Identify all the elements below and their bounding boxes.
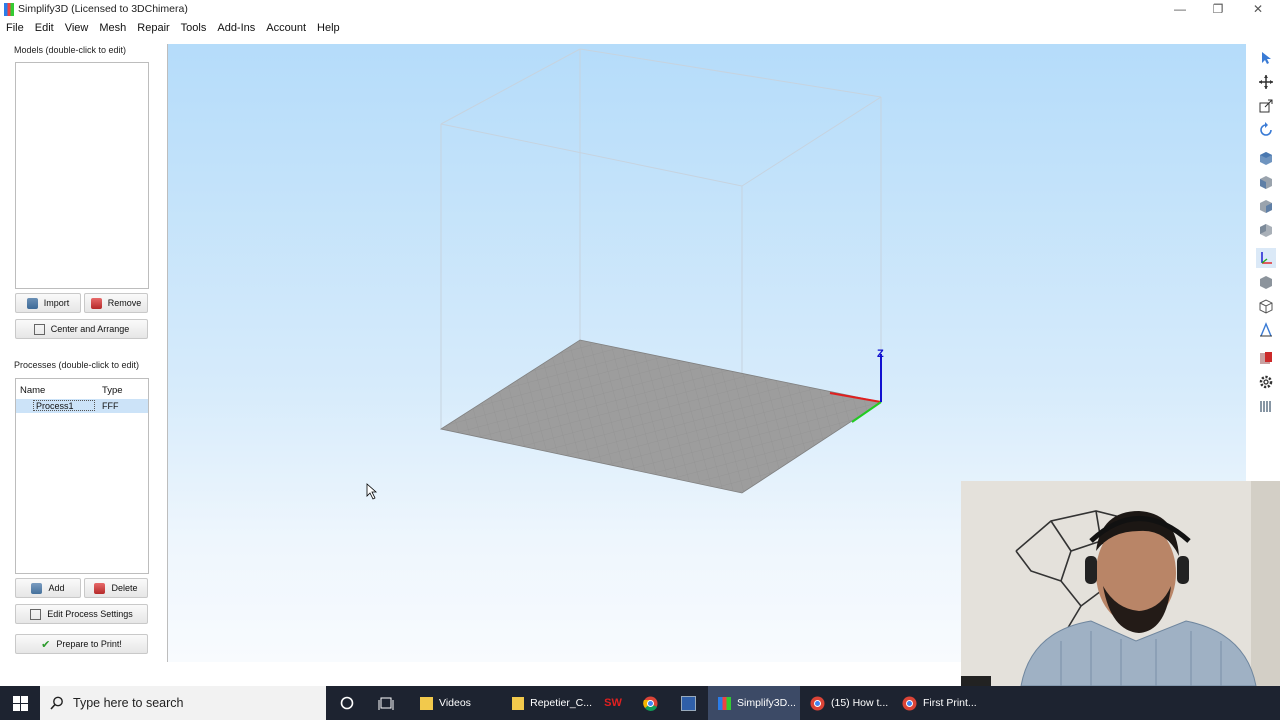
taskbar-item-videos[interactable]: Videos bbox=[418, 686, 480, 720]
solidworks-icon: SW bbox=[604, 697, 622, 709]
taskbar-search-box[interactable]: Type here to search bbox=[40, 686, 326, 720]
z-axis-label: Z bbox=[877, 348, 884, 360]
windows-icon bbox=[12, 695, 28, 711]
rotate-icon[interactable] bbox=[1256, 120, 1276, 140]
add-process-button[interactable]: Add bbox=[15, 578, 81, 598]
taskbar-item-label: Simplify3D... bbox=[737, 697, 796, 709]
delete-icon bbox=[94, 582, 106, 594]
menu-account[interactable]: Account bbox=[260, 19, 311, 34]
restore-button[interactable]: ❐ bbox=[1200, 0, 1236, 19]
menu-tools[interactable]: Tools bbox=[175, 19, 212, 34]
taskbar-item-first-print[interactable]: First Print... bbox=[900, 686, 982, 720]
center-arrange-label: Center and Arrange bbox=[50, 324, 130, 334]
add-label: Add bbox=[48, 583, 65, 593]
add-icon bbox=[31, 582, 43, 594]
import-icon bbox=[26, 297, 38, 309]
taskbar-item-label: Videos bbox=[439, 697, 471, 709]
cortana-icon bbox=[340, 696, 354, 710]
prepare-label: Prepare to Print! bbox=[56, 639, 122, 649]
view-toolbar bbox=[1252, 44, 1280, 424]
task-view-icon bbox=[378, 697, 394, 710]
layers-icon[interactable] bbox=[1256, 396, 1276, 416]
taskbar-item-simplify3d[interactable]: Simplify3D... bbox=[708, 686, 800, 720]
window-title: Simplify3D (Licensed to 3DChimera) bbox=[18, 3, 188, 15]
simplify3d-logo-icon bbox=[4, 3, 14, 16]
menu-help[interactable]: Help bbox=[311, 19, 345, 34]
taskbar-item-repetier[interactable]: Repetier_C... bbox=[510, 686, 592, 720]
menu-add-ins[interactable]: Add-Ins bbox=[211, 19, 260, 34]
process-type-cell: FFF bbox=[102, 401, 119, 411]
title-bar: Simplify3D (Licensed to 3DChimera) — ❐ ✕ bbox=[0, 0, 1280, 19]
view-front-icon[interactable] bbox=[1256, 172, 1276, 192]
close-button[interactable]: ✕ bbox=[1240, 0, 1276, 19]
simplify3d-icon bbox=[718, 696, 731, 710]
chrome-icon bbox=[902, 696, 917, 710]
taskbar-solidworks[interactable]: SW bbox=[604, 686, 622, 720]
taskbar-item-label: Repetier_C... bbox=[530, 697, 592, 709]
models-group-label: Models (double-click to edit) bbox=[14, 45, 127, 55]
center-and-arrange-button[interactable]: Center and Arrange bbox=[15, 319, 148, 339]
models-list[interactable] bbox=[15, 62, 149, 289]
cross-section-icon[interactable] bbox=[1256, 320, 1276, 340]
column-header-name[interactable]: Name bbox=[20, 385, 45, 396]
solid-view-icon[interactable] bbox=[1256, 272, 1276, 292]
menu-view[interactable]: View bbox=[59, 19, 94, 34]
task-view-button[interactable] bbox=[375, 686, 397, 720]
calculator-icon bbox=[680, 695, 696, 711]
view-top-icon[interactable] bbox=[1256, 148, 1276, 168]
menu-mesh[interactable]: Mesh bbox=[93, 19, 131, 34]
settings-icon bbox=[30, 608, 42, 620]
import-label: Import bbox=[43, 298, 70, 308]
delete-process-button[interactable]: Delete bbox=[84, 578, 148, 598]
taskbar-calculator[interactable] bbox=[678, 686, 698, 720]
taskbar-item-label: (15) How t... bbox=[831, 697, 889, 709]
remove-label: Remove bbox=[107, 298, 142, 308]
processes-group-label: Processes (double-click to edit) bbox=[14, 360, 140, 370]
start-button[interactable] bbox=[0, 686, 40, 720]
center-arrange-icon bbox=[33, 323, 45, 335]
repair-icon[interactable] bbox=[1256, 348, 1276, 368]
chrome-icon bbox=[642, 696, 657, 711]
edit-process-label: Edit Process Settings bbox=[47, 609, 133, 619]
remove-button[interactable]: Remove bbox=[84, 293, 148, 313]
import-button[interactable]: Import bbox=[15, 293, 81, 313]
delete-label: Delete bbox=[111, 583, 138, 593]
axes-icon[interactable] bbox=[1256, 248, 1276, 268]
move-icon[interactable] bbox=[1256, 72, 1276, 92]
process-name-cell: Process1 bbox=[33, 400, 95, 411]
menu-edit[interactable]: Edit bbox=[29, 19, 59, 34]
prepare-to-print-button[interactable]: ✔ Prepare to Print! bbox=[15, 634, 148, 654]
cortana-button[interactable] bbox=[336, 686, 358, 720]
view-left-icon[interactable] bbox=[1256, 220, 1276, 240]
settings-gear-icon[interactable] bbox=[1256, 372, 1276, 392]
mouse-cursor-icon bbox=[366, 483, 378, 500]
checkmark-icon: ✔ bbox=[41, 638, 51, 651]
folder-icon bbox=[420, 696, 433, 710]
scale-icon[interactable] bbox=[1256, 96, 1276, 116]
menu-bar: File Edit View Mesh Repair Tools Add-Ins Accoun… bbox=[0, 19, 1280, 38]
processes-list[interactable]: Name Type Process1 FFF bbox=[15, 378, 149, 574]
folder-icon bbox=[512, 696, 525, 710]
taskbar-item-label: First Print... bbox=[923, 697, 977, 709]
column-header-type[interactable]: Type bbox=[102, 385, 123, 396]
search-icon bbox=[50, 696, 63, 710]
menu-repair[interactable]: Repair bbox=[131, 19, 174, 34]
left-panel: Models (double-click to edit) Import Rem… bbox=[0, 40, 166, 660]
menu-file[interactable]: File bbox=[0, 19, 29, 34]
search-placeholder: Type here to search bbox=[73, 696, 184, 710]
wireframe-view-icon[interactable] bbox=[1256, 296, 1276, 316]
chrome-icon bbox=[810, 696, 825, 710]
remove-icon bbox=[90, 297, 102, 309]
minimize-button[interactable]: — bbox=[1162, 0, 1198, 19]
table-row[interactable]: Process1 FFF bbox=[16, 399, 148, 413]
presenter-video bbox=[961, 481, 1280, 686]
taskbar-chrome[interactable] bbox=[640, 686, 660, 720]
webcam-overlay bbox=[961, 481, 1280, 686]
select-icon[interactable] bbox=[1256, 48, 1276, 68]
view-right-icon[interactable] bbox=[1256, 196, 1276, 216]
edit-process-settings-button[interactable]: Edit Process Settings bbox=[15, 604, 148, 624]
taskbar-item-youtube[interactable]: (15) How t... bbox=[808, 686, 896, 720]
